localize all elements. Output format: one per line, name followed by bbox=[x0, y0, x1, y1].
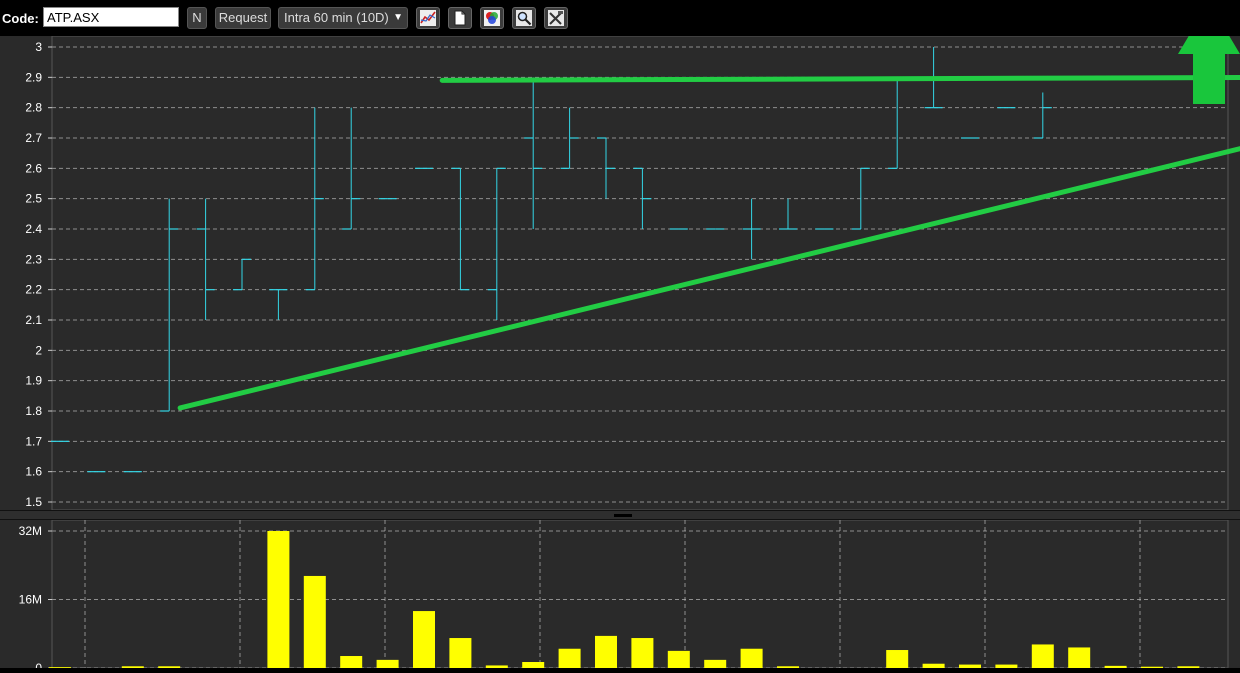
price-chart[interactable]: 3 2.9 2.8 2.7 2.6 2.5 2.4 2.3 2.2 2.1 2 1.9 1.8 1.7 1.… bbox=[0, 2, 1240, 511]
price-tick-label: 1.8 bbox=[25, 404, 42, 418]
ohlc-bar bbox=[742, 198, 761, 260]
ohlc-bar bbox=[305, 107, 324, 291]
volume-bar bbox=[522, 662, 545, 668]
document-icon[interactable] bbox=[448, 7, 472, 29]
ohlc-bar bbox=[160, 198, 179, 412]
interval-select-value: Intra 60 min (10D) bbox=[284, 10, 389, 25]
volume-bar bbox=[413, 611, 435, 668]
color-palette-icon[interactable] bbox=[480, 7, 504, 29]
price-tick-label: 2 bbox=[35, 343, 42, 357]
price-tick-label: 2.8 bbox=[25, 101, 42, 115]
volume-bar bbox=[704, 659, 727, 668]
volume-tick-label: 16M bbox=[19, 593, 42, 607]
ohlc-bar bbox=[779, 198, 797, 230]
volume-bar bbox=[922, 663, 945, 668]
volume-bar bbox=[667, 650, 690, 668]
interval-select[interactable]: Intra 60 min (10D) ▼ bbox=[278, 7, 408, 29]
price-chart-plot: 3 2.9 2.8 2.7 2.6 2.5 2.4 2.3 2.2 2.1 2 1.9 1.8 1.7 1.… bbox=[25, 2, 1240, 511]
ohlc-bar bbox=[233, 258, 251, 291]
trend-line[interactable] bbox=[177, 146, 1240, 411]
toolbar: Code: N Request Intra 60 min (10D) ▼ bbox=[0, 0, 1240, 36]
price-tick-label: 2.4 bbox=[25, 222, 42, 236]
tools-icon[interactable] bbox=[544, 7, 568, 29]
line-chart-icon[interactable] bbox=[416, 7, 440, 29]
chevron-down-icon: ▼ bbox=[393, 12, 403, 23]
splitter-grip-icon[interactable] bbox=[614, 514, 632, 517]
code-label: Code: bbox=[2, 11, 39, 26]
price-tick-label: 1.6 bbox=[25, 465, 42, 479]
volume-bar bbox=[558, 648, 581, 668]
ohlc-bar bbox=[487, 167, 506, 320]
zoom-icon[interactable] bbox=[512, 7, 536, 29]
volume-bar bbox=[449, 638, 472, 668]
code-input[interactable] bbox=[43, 7, 179, 27]
ohlc-bar bbox=[888, 76, 907, 169]
price-tick-label: 2.5 bbox=[25, 192, 42, 206]
ohlc-bar bbox=[269, 289, 288, 320]
price-tick-label: 3 bbox=[35, 40, 42, 54]
ohlc-bar bbox=[524, 77, 543, 229]
price-tick-label: 2.2 bbox=[25, 283, 42, 297]
volume-bar bbox=[1031, 644, 1054, 668]
price-tick-label: 1.7 bbox=[25, 434, 42, 448]
price-tick-label: 2.3 bbox=[25, 252, 42, 266]
panel-splitter[interactable] bbox=[0, 510, 1240, 520]
ohlc-bar bbox=[342, 107, 361, 230]
volume-bar bbox=[740, 648, 763, 668]
volume-bar bbox=[631, 638, 654, 668]
price-tick-label: 2.9 bbox=[25, 70, 42, 84]
price-tick-label: 1.5 bbox=[25, 495, 42, 509]
up-arrow-annotation bbox=[1178, 2, 1240, 104]
volume-bar bbox=[1068, 647, 1091, 668]
volume-bar bbox=[303, 575, 326, 668]
volume-tick-label: 0 bbox=[35, 661, 42, 668]
volume-bar bbox=[886, 650, 909, 668]
volume-chart[interactable]: 32M 16M 0 bbox=[0, 519, 1240, 673]
volume-bar bbox=[595, 635, 617, 668]
volume-bar bbox=[376, 659, 399, 668]
price-tick-label: 2.7 bbox=[25, 131, 42, 145]
volume-bar bbox=[267, 531, 290, 668]
trend-line[interactable] bbox=[439, 74, 1240, 83]
volume-bar bbox=[995, 664, 1018, 668]
n-button[interactable]: N bbox=[187, 7, 207, 29]
volume-bar bbox=[959, 664, 981, 668]
price-tick-label: 2.6 bbox=[25, 161, 42, 175]
request-button[interactable]: Request bbox=[215, 7, 271, 29]
price-tick-label: 2.1 bbox=[25, 313, 42, 327]
volume-chart-plot: 32M 16M 0 bbox=[19, 519, 1229, 673]
volume-bar bbox=[340, 656, 363, 668]
volume-tick-label: 32M bbox=[19, 524, 42, 538]
price-tick-label: 1.9 bbox=[25, 374, 42, 388]
ohlc-bar bbox=[1033, 92, 1052, 139]
